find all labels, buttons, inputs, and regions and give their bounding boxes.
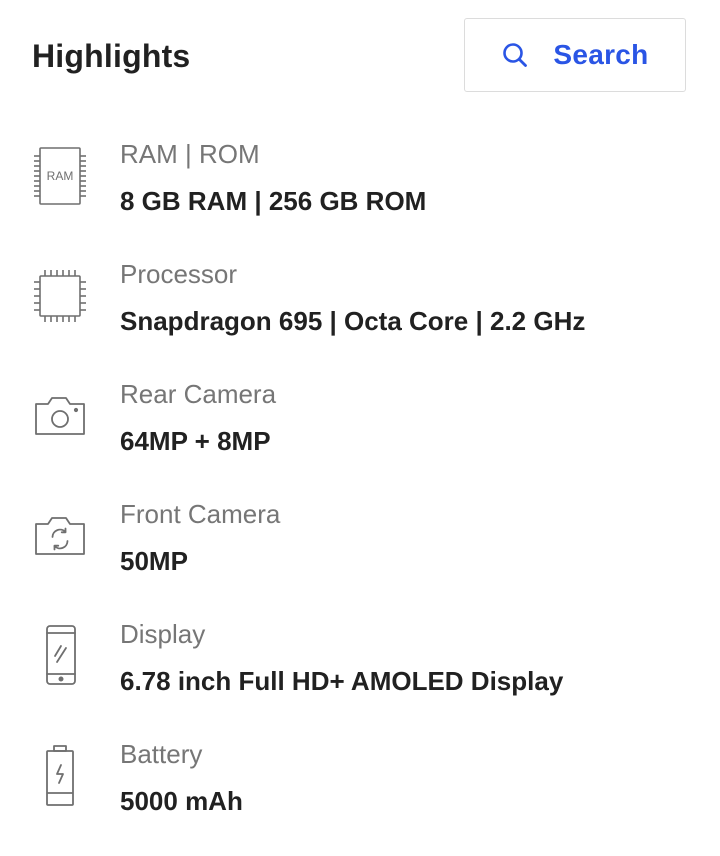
highlight-label: Display: [120, 619, 206, 649]
highlight-value: 6.78 inch Full HD+ AMOLED Display: [120, 666, 564, 696]
highlight-row-ram-rom: RAM RAM | ROM 8 GB RAM | 256 GB ROM: [0, 120, 720, 240]
highlight-label: RAM | ROM: [120, 139, 260, 169]
highlight-label: Rear Camera: [120, 379, 277, 409]
search-icon: [501, 41, 529, 69]
front-camera-icon: [30, 500, 90, 572]
battery-icon: [30, 740, 90, 812]
processor-chip-icon: [30, 260, 90, 332]
search-button[interactable]: Search: [464, 18, 686, 92]
highlight-label: Battery: [120, 739, 203, 769]
phone-display-icon: [30, 620, 90, 692]
highlights-list: RAM RAM | ROM 8 GB RAM | 256 GB ROM Proc…: [0, 120, 720, 840]
highlight-row-processor: Processor Snapdragon 695 | Octa Core | 2…: [0, 240, 720, 360]
highlight-row-display: Display 6.78 inch Full HD+ AMOLED Displa…: [0, 600, 720, 720]
highlight-value: Snapdragon 695 | Octa Core | 2.2 GHz: [120, 306, 586, 336]
highlight-row-front-camera: Front Camera 50MP: [0, 480, 720, 600]
highlight-row-battery: Battery 5000 mAh: [0, 720, 720, 840]
highlight-row-rear-camera: Rear Camera 64MP + 8MP: [0, 360, 720, 480]
highlights-header: Highlights Search: [0, 0, 720, 112]
ram-chip-icon-text: RAM: [47, 169, 74, 183]
highlight-value: 50MP: [120, 546, 188, 576]
highlight-value: 5000 mAh: [120, 786, 243, 816]
highlight-value: 64MP + 8MP: [120, 426, 271, 456]
highlight-label: Processor: [120, 259, 238, 289]
highlight-value: 8 GB RAM | 256 GB ROM: [120, 186, 427, 216]
ram-chip-icon: RAM: [30, 140, 90, 212]
search-button-label: Search: [553, 39, 649, 70]
page-title: Highlights: [32, 38, 191, 74]
highlight-label: Front Camera: [120, 499, 281, 529]
camera-icon: [30, 380, 90, 452]
